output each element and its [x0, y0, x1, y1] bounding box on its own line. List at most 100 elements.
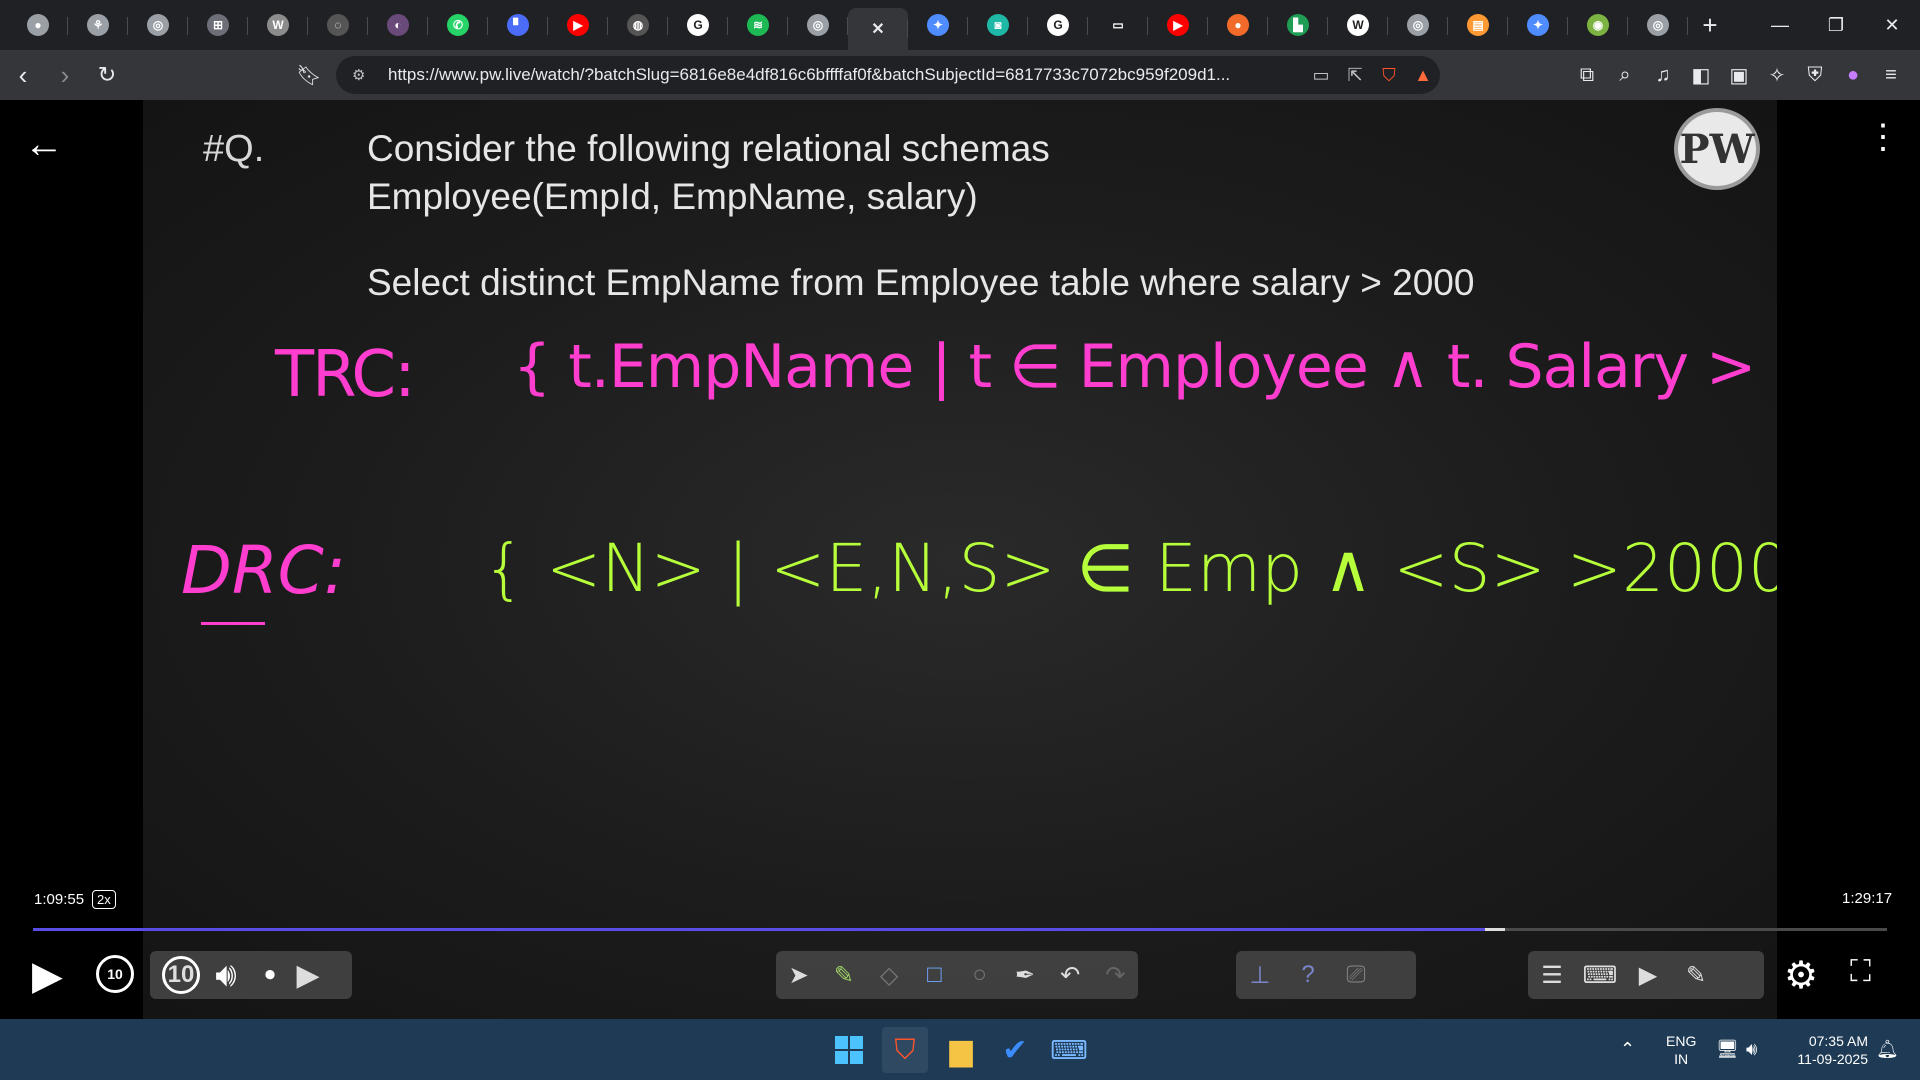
close-icon[interactable]: ✕: [867, 18, 889, 40]
browser-tab[interactable]: ◎: [1388, 5, 1448, 45]
whatsapp-icon: ✆: [447, 14, 469, 36]
pen-icon[interactable]: ✒: [1002, 961, 1047, 990]
browser-tab[interactable]: G: [1028, 5, 1088, 45]
translate-icon[interactable]: ⌨: [1576, 961, 1624, 990]
browser-tab[interactable]: ◎: [1628, 5, 1688, 45]
restore-icon[interactable]: ❐: [1808, 0, 1864, 50]
redo-icon[interactable]: ↷: [1093, 961, 1138, 990]
browser-tab[interactable]: ▶: [1148, 5, 1208, 45]
cast-icon[interactable]: ▭: [1304, 65, 1338, 86]
browser-tab[interactable]: ▘: [488, 5, 548, 45]
browser-tab[interactable]: ▤: [1448, 5, 1508, 45]
speaker-icon[interactable]: 🔊︎: [1746, 1019, 1757, 1080]
camera-icon[interactable]: ⎚: [1332, 961, 1380, 989]
help-icon[interactable]: ?: [1284, 961, 1332, 989]
play-icon[interactable]: ▶: [32, 953, 63, 999]
browser-tab[interactable]: ▭: [1088, 5, 1148, 45]
browser-tab[interactable]: ●: [8, 5, 68, 45]
browser-tab[interactable]: ✕: [848, 8, 908, 50]
wallet-icon[interactable]: ▣: [1720, 63, 1758, 88]
lasso-icon[interactable]: ○: [957, 961, 1002, 989]
site-settings-icon[interactable]: ⚙: [352, 66, 372, 84]
browser-tab[interactable]: ✆: [428, 5, 488, 45]
forward-icon[interactable]: ›: [46, 56, 84, 94]
file-explorer-icon[interactable]: ▆: [938, 1027, 984, 1073]
chat-icon[interactable]: ☰: [1528, 961, 1576, 990]
share-icon[interactable]: ⇱: [1338, 65, 1372, 86]
clock-date: 11-09-2025: [1797, 1050, 1868, 1067]
new-tab-icon[interactable]: +: [1688, 5, 1732, 45]
browser-tab[interactable]: ◎: [788, 5, 848, 45]
video-frame[interactable]: #Q. Consider the following relational sc…: [143, 100, 1777, 1019]
side-tools-panel: ☰ ⌨ ▶ ✎: [1528, 951, 1764, 999]
buffered-segment: [1484, 928, 1506, 931]
notes-icon[interactable]: ✎: [1672, 961, 1720, 990]
bookmark-icon[interactable]: 🔖︎: [290, 56, 328, 94]
browser-tab[interactable]: ◍: [608, 5, 668, 45]
rectangle-icon[interactable]: □: [912, 961, 957, 989]
url-text[interactable]: https://www.pw.live/watch/?batchSlug=681…: [388, 65, 1304, 85]
browser-tab[interactable]: G: [668, 5, 728, 45]
profile-icon[interactable]: ●: [1834, 64, 1872, 87]
undo-icon[interactable]: ↶: [1048, 961, 1093, 990]
fullscreen-icon[interactable]: ⛶: [1850, 955, 1871, 989]
wikipedia-icon: W: [1347, 14, 1369, 36]
browser-tab[interactable]: ▶: [548, 5, 608, 45]
rewind-10-icon[interactable]: 10: [96, 955, 134, 993]
back-icon[interactable]: ‹: [4, 56, 42, 94]
start-icon[interactable]: [826, 1027, 872, 1073]
browser-tab[interactable]: ◎: [128, 5, 188, 45]
network-icon[interactable]: 🖥︎: [1716, 1019, 1739, 1080]
more-options-icon[interactable]: ⋮: [1866, 120, 1900, 154]
playback-speed-badge[interactable]: 2x: [92, 890, 116, 909]
search-page-icon[interactable]: ⌕: [1606, 64, 1644, 87]
browser-tab[interactable]: ≋: [728, 5, 788, 45]
minimize-icon[interactable]: —: [1752, 0, 1808, 50]
browser-tab[interactable]: ▙: [1268, 5, 1328, 45]
browser-tab[interactable]: ◐: [368, 5, 428, 45]
browser-tab[interactable]: ●: [1208, 5, 1268, 45]
seek-bar[interactable]: [33, 928, 1887, 931]
next-icon[interactable]: ▶: [288, 958, 328, 993]
volume-icon[interactable]: 🔊︎: [200, 956, 252, 995]
close-window-icon[interactable]: ✕: [1864, 0, 1920, 50]
highlighter-icon[interactable]: ✎: [821, 961, 866, 990]
address-bar[interactable]: ⚙ https://www.pw.live/watch/?batchSlug=6…: [336, 56, 1440, 94]
video-player[interactable]: #Q. Consider the following relational sc…: [0, 100, 1920, 1019]
browser-tab[interactable]: ◉: [1568, 5, 1628, 45]
browser-tab[interactable]: ✦: [1508, 5, 1568, 45]
pointer-icon[interactable]: ➤: [776, 961, 821, 990]
browser-tab[interactable]: ✦: [908, 5, 968, 45]
browser-tab[interactable]: W: [1328, 5, 1388, 45]
clock[interactable]: 07:35 AM 11-09-2025: [1784, 1019, 1868, 1080]
browser-tab[interactable]: ◌: [308, 5, 368, 45]
extensions-icon[interactable]: ⧉: [1568, 64, 1606, 87]
todo-icon[interactable]: ✔: [992, 1027, 1038, 1073]
slides-icon[interactable]: ▶: [1624, 961, 1672, 990]
tray-expand-icon[interactable]: ⌃: [1620, 1019, 1635, 1080]
keyboard-icon[interactable]: ⌨: [1046, 1027, 1092, 1073]
brave-shield-icon[interactable]: ⛉: [1372, 65, 1406, 86]
settings-gear-icon[interactable]: ⚙: [1784, 953, 1818, 998]
record-icon[interactable]: ⏺: [252, 964, 288, 987]
browser-tab[interactable]: W: [248, 5, 308, 45]
reload-icon[interactable]: ↻: [88, 56, 126, 94]
forward-10-icon[interactable]: 10: [162, 956, 200, 994]
media-icon[interactable]: ♫: [1644, 64, 1682, 87]
back-arrow-icon[interactable]: ←: [24, 124, 64, 164]
browser-tab[interactable]: ◙: [968, 5, 1028, 45]
language-indicator[interactable]: ENG IN: [1666, 1019, 1696, 1080]
browser-tab[interactable]: ⚘: [68, 5, 128, 45]
browser-tab[interactable]: ⊞: [188, 5, 248, 45]
leo-icon[interactable]: ✧: [1758, 63, 1796, 88]
rewind-label: 10: [107, 966, 123, 982]
menu-icon[interactable]: ≡: [1872, 64, 1910, 87]
vpn-icon[interactable]: ⛨: [1796, 64, 1834, 87]
notification-bell-icon[interactable]: 🔔︎: [1876, 1019, 1899, 1080]
brave-browser-icon[interactable]: ⛉: [882, 1027, 928, 1073]
eraser-icon[interactable]: ◇: [867, 961, 912, 990]
rewards-icon[interactable]: ▲: [1406, 65, 1440, 86]
ruler-icon[interactable]: ⊥: [1236, 961, 1284, 990]
sidebar-icon[interactable]: ◧: [1682, 63, 1720, 88]
player-controls: ▶ 10 10 🔊︎ ⏺ ▶ ➤ ✎ ◇ □ ○ ✒ ↶ ↷ ⊥ ? ⎚ ☰ ⌨…: [0, 943, 1920, 1007]
